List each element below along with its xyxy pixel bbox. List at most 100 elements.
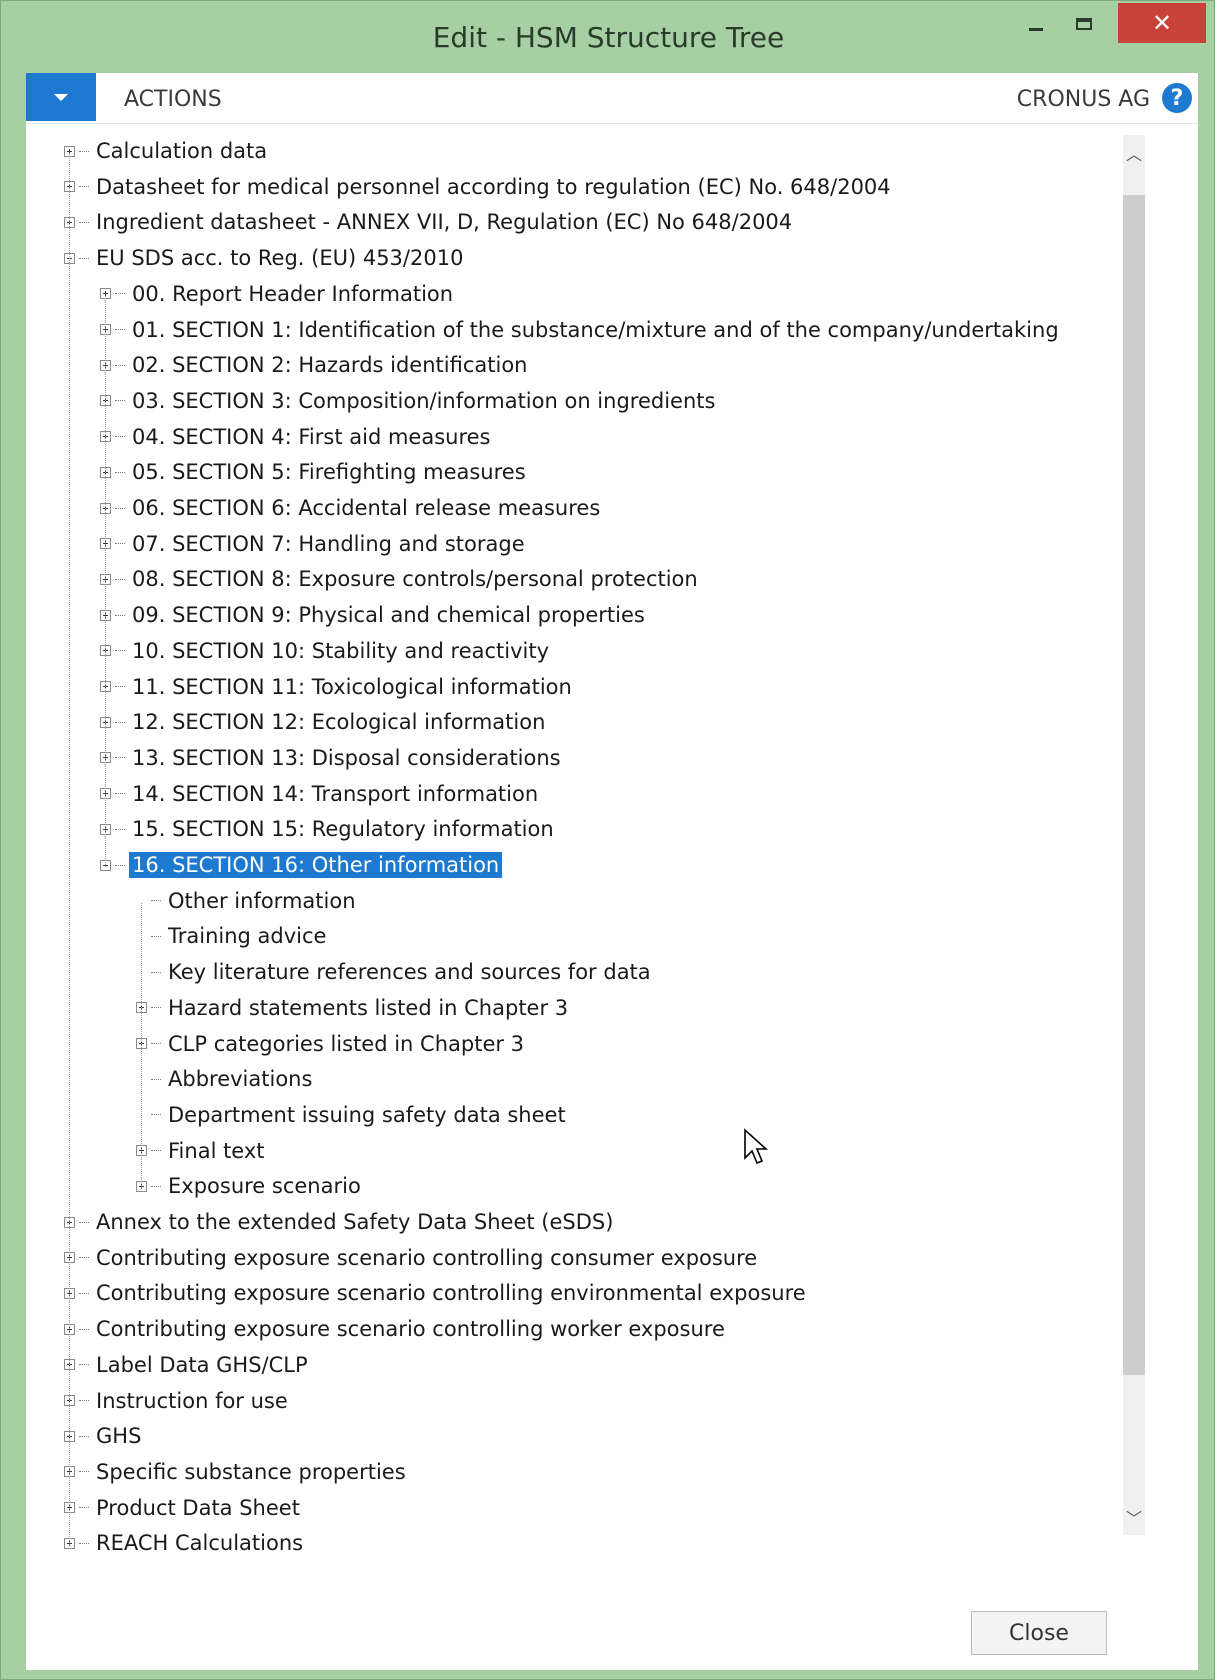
tree-node-label[interactable]: Annex to the extended Safety Data Sheet … <box>93 1209 616 1235</box>
tree-node-label[interactable]: Contributing exposure scenario controlli… <box>93 1316 728 1342</box>
tree-node[interactable]: Product Data Sheet <box>64 1492 303 1524</box>
tree-node[interactable]: 01. SECTION 1: Identification of the sub… <box>100 314 1062 346</box>
window-close-button[interactable]: ✕ <box>1118 3 1206 43</box>
tree-node[interactable]: 09. SECTION 9: Physical and chemical pro… <box>100 599 648 631</box>
vertical-scrollbar[interactable]: ︿ ﹀ <box>1123 135 1145 1535</box>
tree-node[interactable]: EU SDS acc. to Reg. (EU) 453/2010 <box>64 242 466 274</box>
tree-node-label[interactable]: GHS <box>93 1423 144 1449</box>
scroll-thumb[interactable] <box>1123 195 1145 1375</box>
tree-node[interactable]: Other information <box>136 885 359 917</box>
tree-node-label[interactable]: 00. Report Header Information <box>129 281 456 307</box>
tree-node-label[interactable]: CLP categories listed in Chapter 3 <box>165 1031 527 1057</box>
tree-node[interactable]: 02. SECTION 2: Hazards identification <box>100 349 530 381</box>
tree-node-label[interactable]: Training advice <box>165 923 329 949</box>
tree-node-label[interactable]: Contributing exposure scenario controlli… <box>93 1280 809 1306</box>
tree-node[interactable]: GHS <box>64 1420 144 1452</box>
scroll-up-icon[interactable]: ︿ <box>1123 135 1145 171</box>
tree-node-label[interactable]: EU SDS acc. to Reg. (EU) 453/2010 <box>93 245 466 271</box>
tree-connector <box>151 971 161 973</box>
tree-node-label[interactable]: 08. SECTION 8: Exposure controls/persona… <box>129 566 701 592</box>
tree-node-label[interactable]: Abbreviations <box>165 1066 315 1092</box>
tree-node-label[interactable]: 03. SECTION 3: Composition/information o… <box>129 388 718 414</box>
tree-node[interactable]: Department issuing safety data sheet <box>136 1099 569 1131</box>
maximize-button[interactable] <box>1061 1 1107 47</box>
tree-node[interactable]: 00. Report Header Information <box>100 278 456 310</box>
tree-node-label[interactable]: Ingredient datasheet - ANNEX VII, D, Reg… <box>93 209 795 235</box>
tree-node[interactable]: CLP categories listed in Chapter 3 <box>136 1028 527 1060</box>
actions-dropdown-button[interactable] <box>26 73 96 121</box>
tree-node[interactable]: 12. SECTION 12: Ecological information <box>100 706 548 738</box>
tree-node-label[interactable]: 06. SECTION 6: Accidental release measur… <box>129 495 603 521</box>
tree-node-label[interactable]: 13. SECTION 13: Disposal considerations <box>129 745 564 771</box>
tree-node-label[interactable]: 09. SECTION 9: Physical and chemical pro… <box>129 602 648 628</box>
structure-tree: Calculation data Datasheet for medical pe… <box>38 135 1118 1575</box>
tree-node[interactable]: 10. SECTION 10: Stability and reactivity <box>100 635 552 667</box>
tree-node[interactable]: Exposure scenario <box>136 1170 364 1202</box>
tree-node-selected[interactable]: 16. SECTION 16: Other information <box>100 849 503 881</box>
tree-node-label[interactable]: Key literature references and sources fo… <box>165 959 654 985</box>
tree-node-label[interactable]: Calculation data <box>93 138 270 164</box>
tree-node-label[interactable]: 12. SECTION 12: Ecological information <box>129 709 548 735</box>
close-button[interactable]: Close <box>971 1611 1107 1655</box>
tree-node[interactable]: 08. SECTION 8: Exposure controls/persona… <box>100 563 701 595</box>
minimize-button[interactable] <box>1013 1 1059 47</box>
tree-node-label[interactable]: Label Data GHS/CLP <box>93 1352 311 1378</box>
tree-node[interactable]: 07. SECTION 7: Handling and storage <box>100 528 528 560</box>
dialog-window: Edit - HSM Structure Tree ✕ ACTIONS CRON… <box>0 0 1215 1680</box>
tree-node[interactable]: 04. SECTION 4: First aid measures <box>100 421 494 453</box>
tree-node[interactable]: Contributing exposure scenario controlli… <box>64 1313 728 1345</box>
tree-connector <box>115 650 125 652</box>
tree-node-label[interactable]: Datasheet for medical personnel accordin… <box>93 174 894 200</box>
tree-node[interactable]: Instruction for use <box>64 1385 291 1417</box>
tree-node[interactable]: Specific substance properties <box>64 1456 409 1488</box>
tree-node-label[interactable]: 11. SECTION 11: Toxicological informatio… <box>129 674 575 700</box>
tree-node-label[interactable]: Contributing exposure scenario controlli… <box>93 1245 760 1271</box>
tree-node[interactable]: 11. SECTION 11: Toxicological informatio… <box>100 671 575 703</box>
tree-node-label[interactable]: 02. SECTION 2: Hazards identification <box>129 352 530 378</box>
tree-node[interactable]: Key literature references and sources fo… <box>136 956 654 988</box>
tree-connector <box>79 221 89 223</box>
tree-node-label[interactable]: 04. SECTION 4: First aid measures <box>129 424 494 450</box>
actions-label[interactable]: ACTIONS <box>124 87 222 112</box>
tree-node[interactable]: Datasheet for medical personnel accordin… <box>64 171 894 203</box>
tree-node[interactable]: 05. SECTION 5: Firefighting measures <box>100 456 529 488</box>
tree-node[interactable]: Training advice <box>136 920 329 952</box>
tree-node-label[interactable]: 07. SECTION 7: Handling and storage <box>129 531 528 557</box>
help-icon[interactable]: ? <box>1162 83 1192 113</box>
tree-node-label[interactable]: Exposure scenario <box>165 1173 364 1199</box>
tree-node[interactable]: 03. SECTION 3: Composition/information o… <box>100 385 718 417</box>
scroll-down-icon[interactable]: ﹀ <box>1123 1499 1145 1535</box>
tree-node[interactable]: Label Data GHS/CLP <box>64 1349 311 1381</box>
tree-node[interactable]: Contributing exposure scenario controlli… <box>64 1277 809 1309</box>
tree-node[interactable]: Contributing exposure scenario controlli… <box>64 1242 760 1274</box>
tree-node[interactable]: Hazard statements listed in Chapter 3 <box>136 992 571 1024</box>
tree-node[interactable]: Annex to the extended Safety Data Sheet … <box>64 1206 616 1238</box>
tree-node-label[interactable]: 14. SECTION 14: Transport information <box>129 781 541 807</box>
tree-node[interactable]: 14. SECTION 14: Transport information <box>100 778 541 810</box>
tree-node[interactable]: REACH Calculations <box>64 1527 306 1559</box>
minimize-icon <box>1029 27 1043 31</box>
tree-node-label[interactable]: 10. SECTION 10: Stability and reactivity <box>129 638 552 664</box>
title-bar[interactable]: Edit - HSM Structure Tree ✕ <box>1 1 1215 73</box>
tree-node-label[interactable]: Instruction for use <box>93 1388 291 1414</box>
tree-node-label[interactable]: Final text <box>165 1138 268 1164</box>
tree-connector <box>151 900 161 902</box>
tree-node[interactable]: Calculation data <box>64 135 270 167</box>
tree-node-label[interactable]: REACH Calculations <box>93 1530 306 1556</box>
tree-node[interactable]: 06. SECTION 6: Accidental release measur… <box>100 492 603 524</box>
tree-node-label[interactable]: 01. SECTION 1: Identification of the sub… <box>129 317 1062 343</box>
tree-node[interactable]: Ingredient datasheet - ANNEX VII, D, Reg… <box>64 206 795 238</box>
tree-node-label[interactable]: Other information <box>165 888 359 914</box>
tree-connector <box>115 793 125 795</box>
tree-node[interactable]: Final text <box>136 1135 268 1167</box>
tree-node[interactable]: Abbreviations <box>136 1063 315 1095</box>
tree-node[interactable]: 15. SECTION 15: Regulatory information <box>100 813 557 845</box>
tree-node-label[interactable]: Product Data Sheet <box>93 1495 303 1521</box>
tree-node-label[interactable]: 15. SECTION 15: Regulatory information <box>129 816 557 842</box>
tree-node-label[interactable]: Department issuing safety data sheet <box>165 1102 569 1128</box>
tree-node-label[interactable]: Specific substance properties <box>93 1459 409 1485</box>
tree-node-label[interactable]: 05. SECTION 5: Firefighting measures <box>129 459 529 485</box>
tree-node-label[interactable]: Hazard statements listed in Chapter 3 <box>165 995 571 1021</box>
tree-node-label[interactable]: 16. SECTION 16: Other information <box>129 852 503 878</box>
tree-node[interactable]: 13. SECTION 13: Disposal considerations <box>100 742 564 774</box>
